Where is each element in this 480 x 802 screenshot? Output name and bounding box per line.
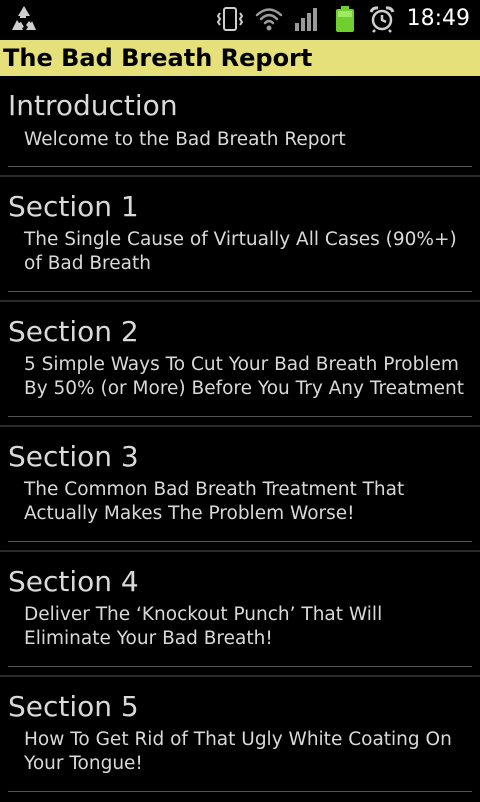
item-title: Section 2 (8, 315, 139, 348)
signal-icon (295, 8, 317, 31)
item-description: How To Get Rid of That Ugly White Coatin… (24, 729, 452, 774)
vibrate-icon (216, 7, 244, 31)
divider (8, 791, 472, 792)
item-description: Welcome to the Bad Breath Report (24, 129, 346, 150)
app-title-bar: The Bad Breath Report (0, 40, 480, 76)
list-item-section-2[interactable]: Section 2 5 Simple Ways To Cut Your Bad … (0, 302, 480, 427)
item-description: 5 Simple Ways To Cut Your Bad Breath Pro… (24, 354, 464, 399)
list-item-section-5[interactable]: Section 5 How To Get Rid of That Ugly Wh… (0, 677, 480, 802)
item-description: Deliver The ‘Knockout Punch’ That Will E… (24, 604, 383, 649)
list-item-introduction[interactable]: Introduction Welcome to the Bad Breath R… (0, 78, 480, 177)
section-list: Introduction Welcome to the Bad Breath R… (0, 78, 480, 802)
divider (8, 166, 472, 167)
divider (8, 291, 472, 292)
item-title: Introduction (8, 89, 178, 122)
recycle-icon (12, 6, 36, 30)
battery-icon (336, 6, 354, 32)
divider (8, 541, 472, 542)
divider (8, 416, 472, 417)
list-item-section-3[interactable]: Section 3 The Common Bad Breath Treatmen… (0, 427, 480, 552)
item-title: Section 3 (8, 440, 139, 473)
item-title: Section 4 (8, 565, 139, 598)
alarm-icon (369, 6, 395, 33)
item-description: The Single Cause of Virtually All Cases … (24, 229, 457, 274)
item-title: Section 5 (8, 690, 139, 723)
app-title: The Bad Breath Report (3, 44, 313, 72)
status-bar: 18:49 (0, 0, 480, 38)
list-item-section-1[interactable]: Section 1 The Single Cause of Virtually … (0, 177, 480, 302)
clock: 18:49 (406, 6, 470, 31)
item-title: Section 1 (8, 190, 139, 223)
item-description: The Common Bad Breath Treatment That Act… (24, 479, 405, 524)
wifi-icon (255, 8, 283, 31)
list-item-section-4[interactable]: Section 4 Deliver The ‘Knockout Punch’ T… (0, 552, 480, 677)
divider (8, 666, 472, 667)
